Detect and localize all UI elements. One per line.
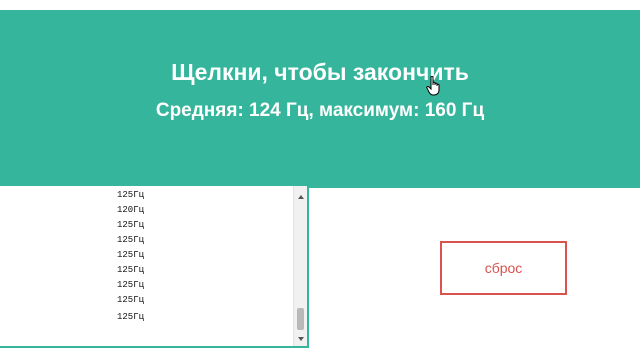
log-entry: 125Гц	[117, 295, 145, 305]
reset-button[interactable]: сброс	[440, 241, 567, 295]
log-entry: 125Гц	[117, 265, 145, 275]
scroll-down-icon[interactable]	[298, 337, 304, 341]
app-stage: Щелкни, чтобы закончить Средняя: 124 Гц,…	[0, 0, 640, 360]
log-entry: 125Гц	[117, 312, 145, 322]
frequency-log[interactable]: 125Гц 120Гц 125Гц 125Гц 125Гц 125Гц 125Г…	[0, 186, 309, 348]
scroll-thumb[interactable]	[297, 308, 304, 330]
log-entry: 125Гц	[117, 280, 145, 290]
log-entry: 125Гц	[117, 250, 145, 260]
scroll-up-icon[interactable]	[298, 195, 304, 199]
click-to-finish-banner[interactable]: Щелкни, чтобы закончить Средняя: 124 Гц,…	[0, 10, 640, 188]
hand-pointer-icon	[426, 76, 440, 96]
log-entry: 125Гц	[117, 220, 145, 230]
log-scrollbar[interactable]	[293, 186, 307, 346]
banner-title: Щелкни, чтобы закончить	[171, 59, 469, 85]
banner-stats: Средняя: 124 Гц, максимум: 160 Гц	[155, 100, 485, 121]
log-entry: 120Гц	[117, 205, 145, 215]
log-entry: 125Гц	[117, 235, 145, 245]
frequency-log-list: 125Гц 120Гц 125Гц 125Гц 125Гц 125Гц 125Г…	[0, 186, 293, 346]
log-entry: 125Гц	[117, 190, 145, 200]
